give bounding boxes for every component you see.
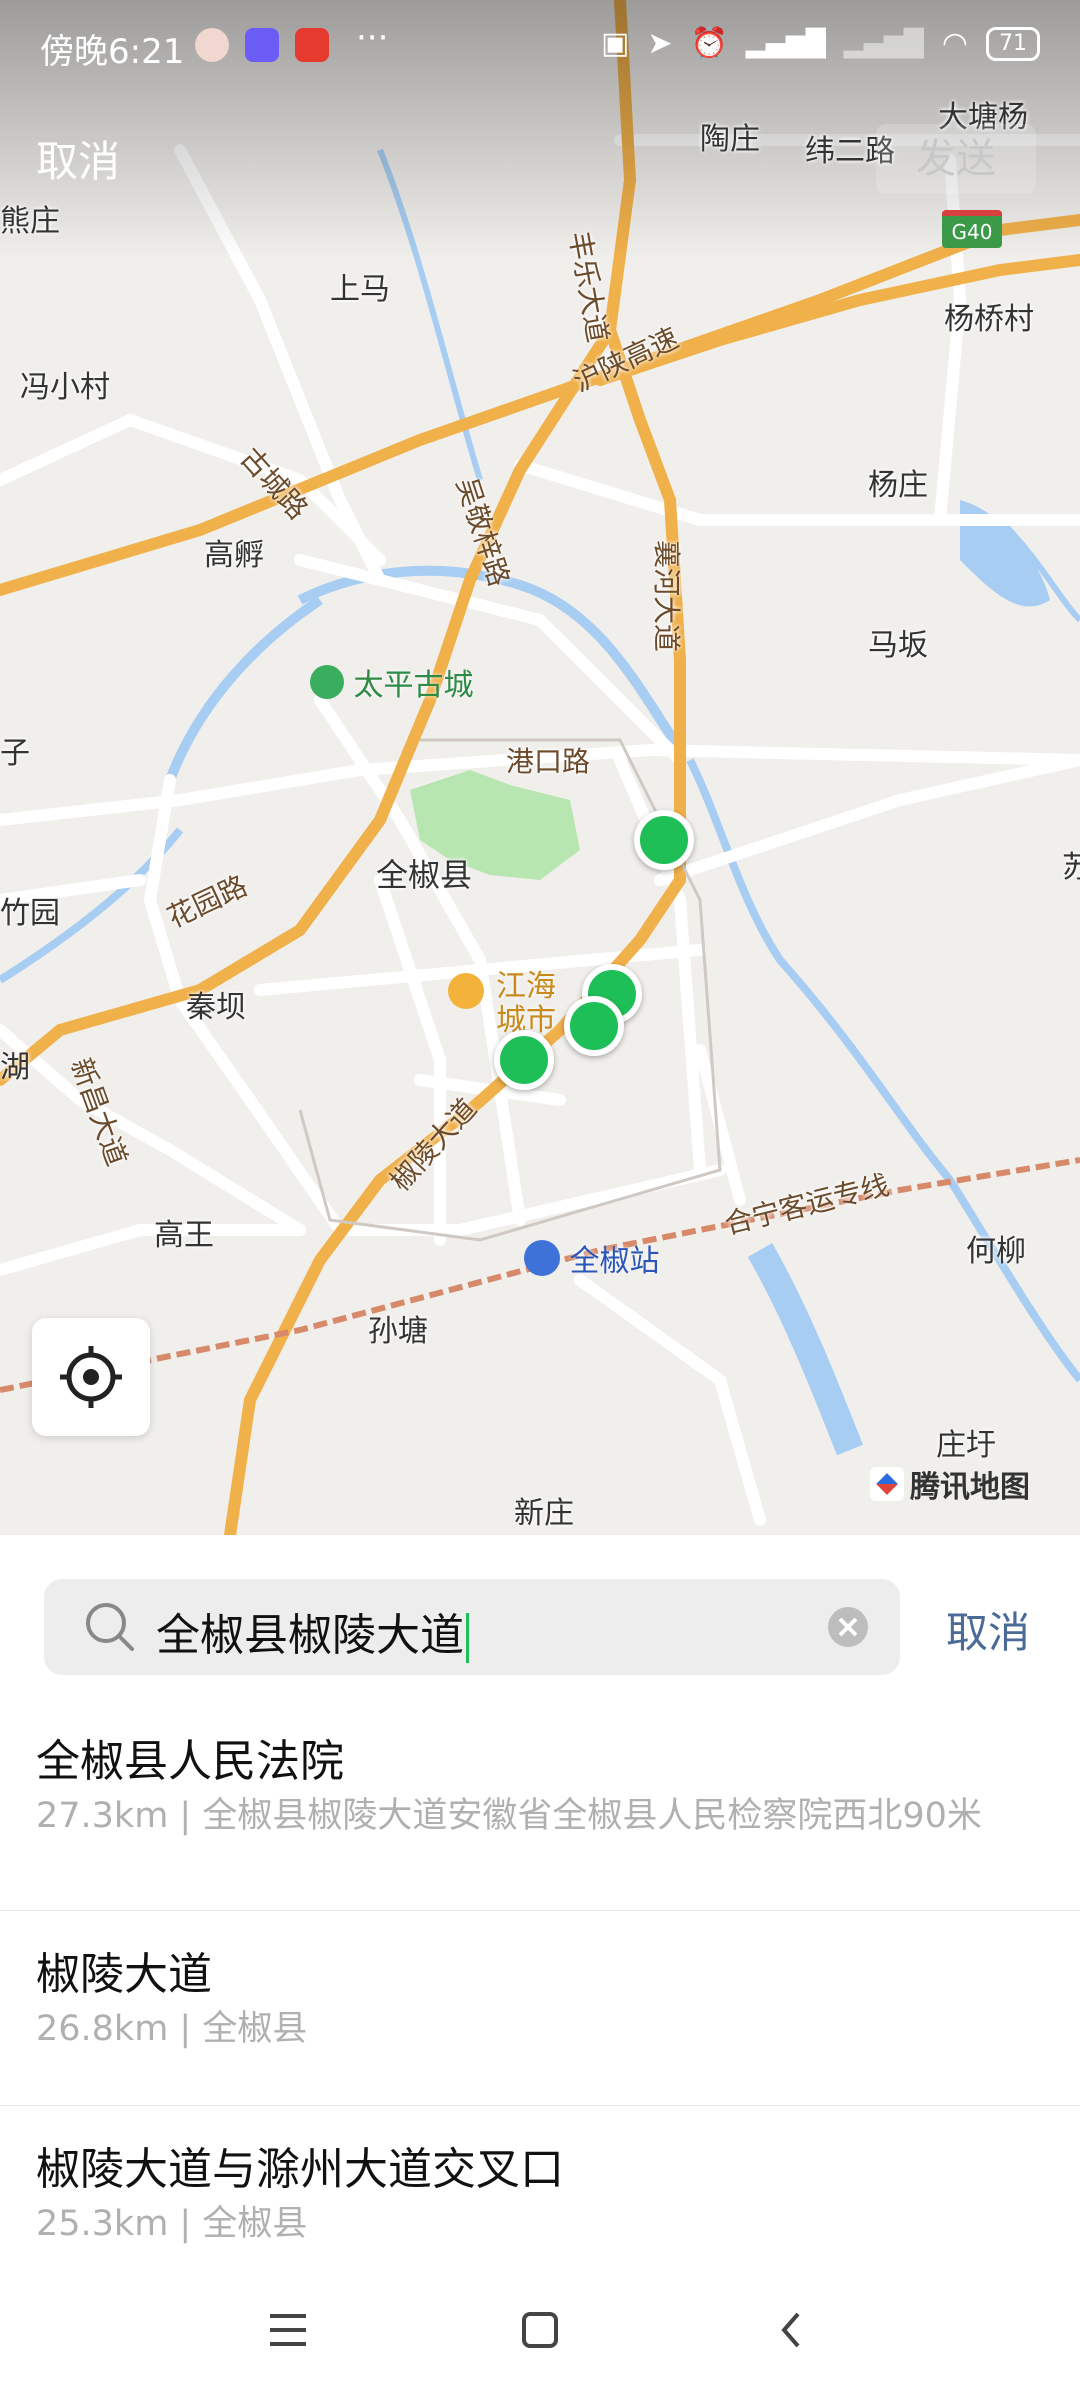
poi-station[interactable]: 全椒站 bbox=[524, 1236, 660, 1280]
location-marker[interactable] bbox=[634, 810, 694, 870]
map-label: 庄圩 bbox=[936, 1428, 996, 1463]
location-marker[interactable] bbox=[564, 996, 624, 1056]
road-label: 襄河大道 bbox=[650, 540, 683, 653]
map-label: 冯小村 bbox=[20, 370, 110, 405]
locate-icon bbox=[60, 1346, 122, 1408]
text-caret bbox=[466, 1613, 469, 1663]
shopping-icon bbox=[448, 972, 484, 1009]
map-label: 杨庄 bbox=[868, 468, 928, 503]
battery-icon: 71 bbox=[986, 26, 1040, 61]
map-label: 苏 bbox=[1062, 850, 1080, 885]
result-item[interactable]: 椒陵大道 26.8km | 全椒县 bbox=[0, 1910, 1080, 2106]
map-label: 新庄 bbox=[514, 1496, 574, 1531]
highway-shield: G40 bbox=[942, 210, 1002, 248]
back-icon[interactable] bbox=[770, 2308, 814, 2352]
result-title: 椒陵大道 bbox=[36, 1949, 212, 2000]
map-label: 高王 bbox=[154, 1218, 214, 1253]
road-label: 港口路 bbox=[506, 745, 591, 778]
map-label: 熊庄 bbox=[0, 204, 60, 239]
map-label: 竹园 bbox=[0, 896, 60, 931]
wifi-icon: ◠ bbox=[941, 26, 968, 61]
avatar-app-icon bbox=[195, 28, 229, 62]
search-icon bbox=[86, 1603, 134, 1651]
train-icon bbox=[524, 1240, 560, 1276]
map-label: 何柳 bbox=[966, 1234, 1026, 1269]
map-label: 杨桥村 bbox=[944, 302, 1034, 337]
send-button[interactable]: 发送 bbox=[876, 124, 1036, 194]
poi-scenic[interactable]: 太平古城 bbox=[310, 660, 474, 704]
signal-icon: ▂▄▆█ bbox=[745, 28, 826, 59]
map-label: 秦坝 bbox=[186, 990, 246, 1025]
result-subtitle: 25.3km | 全椒县 bbox=[36, 2204, 308, 2244]
status-time: 傍晚6:21 bbox=[40, 32, 185, 72]
map-label: 孙塘 bbox=[368, 1314, 428, 1349]
nfc-icon: ▣ bbox=[600, 26, 630, 61]
poi-mall-label: 江海 城市 bbox=[496, 969, 556, 1038]
video-app-icon bbox=[245, 28, 279, 62]
result-item[interactable]: 椒陵大道与滁州大道交叉口 25.3km | 全椒县 bbox=[0, 2105, 1080, 2266]
alarm-icon: ⏰ bbox=[690, 26, 728, 61]
status-bar: 傍晚6:21 ··· ▣ ➤ ⏰ ▂▄▆█ ▂▄▆█ ◠ 71 bbox=[0, 0, 1080, 96]
clear-icon[interactable] bbox=[826, 1605, 870, 1649]
tencent-map-logo bbox=[870, 1467, 904, 1501]
result-title: 椒陵大道与滁州大道交叉口 bbox=[36, 2144, 564, 2195]
signal2-icon: ▂▄▆█ bbox=[843, 28, 924, 59]
taobao-app-icon bbox=[295, 28, 329, 62]
map-label: 高孵 bbox=[204, 538, 264, 573]
result-subtitle: 26.8km | 全椒县 bbox=[36, 2009, 308, 2049]
location-arrow-icon: ➤ bbox=[647, 26, 673, 61]
result-subtitle: 27.3km | 全椒县椒陵大道安徽省全椒县人民检察院西北90米 bbox=[36, 1796, 982, 1836]
status-right: ▣ ➤ ⏰ ▂▄▆█ ▂▄▆█ ◠ 71 bbox=[601, 26, 1040, 61]
map-brand: 腾讯地图 bbox=[870, 1462, 1030, 1506]
notification-icons bbox=[195, 28, 329, 62]
menu-icon[interactable] bbox=[266, 2308, 310, 2352]
map-label: 全椒县 bbox=[376, 856, 473, 894]
search-query: 全椒县椒陵大道 bbox=[156, 1599, 469, 1663]
map-label: 湖 bbox=[0, 1050, 30, 1085]
poi-mall[interactable] bbox=[448, 972, 484, 1009]
map-label: 陶庄 bbox=[700, 122, 760, 157]
more-notifications-icon: ··· bbox=[356, 18, 389, 58]
location-marker[interactable] bbox=[494, 1030, 554, 1090]
result-title: 全椒县人民法院 bbox=[36, 1736, 344, 1787]
map-view[interactable]: 陶庄 纬二路 大塘杨 熊庄 上马 杨桥村 冯小村 杨庄 高孵 马坂 全椒县 竹园… bbox=[0, 0, 1080, 1535]
result-item[interactable]: 全椒县人民法院 27.3km | 全椒县椒陵大道安徽省全椒县人民检察院西北90米 bbox=[0, 1705, 1080, 1911]
search-input[interactable]: 全椒县椒陵大道 bbox=[44, 1579, 900, 1675]
cancel-button[interactable]: 取消 bbox=[36, 128, 120, 189]
map-label: 马坂 bbox=[868, 628, 928, 663]
system-nav-bar bbox=[0, 2260, 1080, 2400]
home-icon[interactable] bbox=[518, 2308, 562, 2352]
map-label: 上马 bbox=[330, 272, 390, 307]
map-label: 子 bbox=[0, 736, 30, 771]
locate-button[interactable] bbox=[32, 1318, 150, 1436]
search-cancel-button[interactable]: 取消 bbox=[946, 1599, 1030, 1660]
camera-icon bbox=[310, 665, 344, 699]
